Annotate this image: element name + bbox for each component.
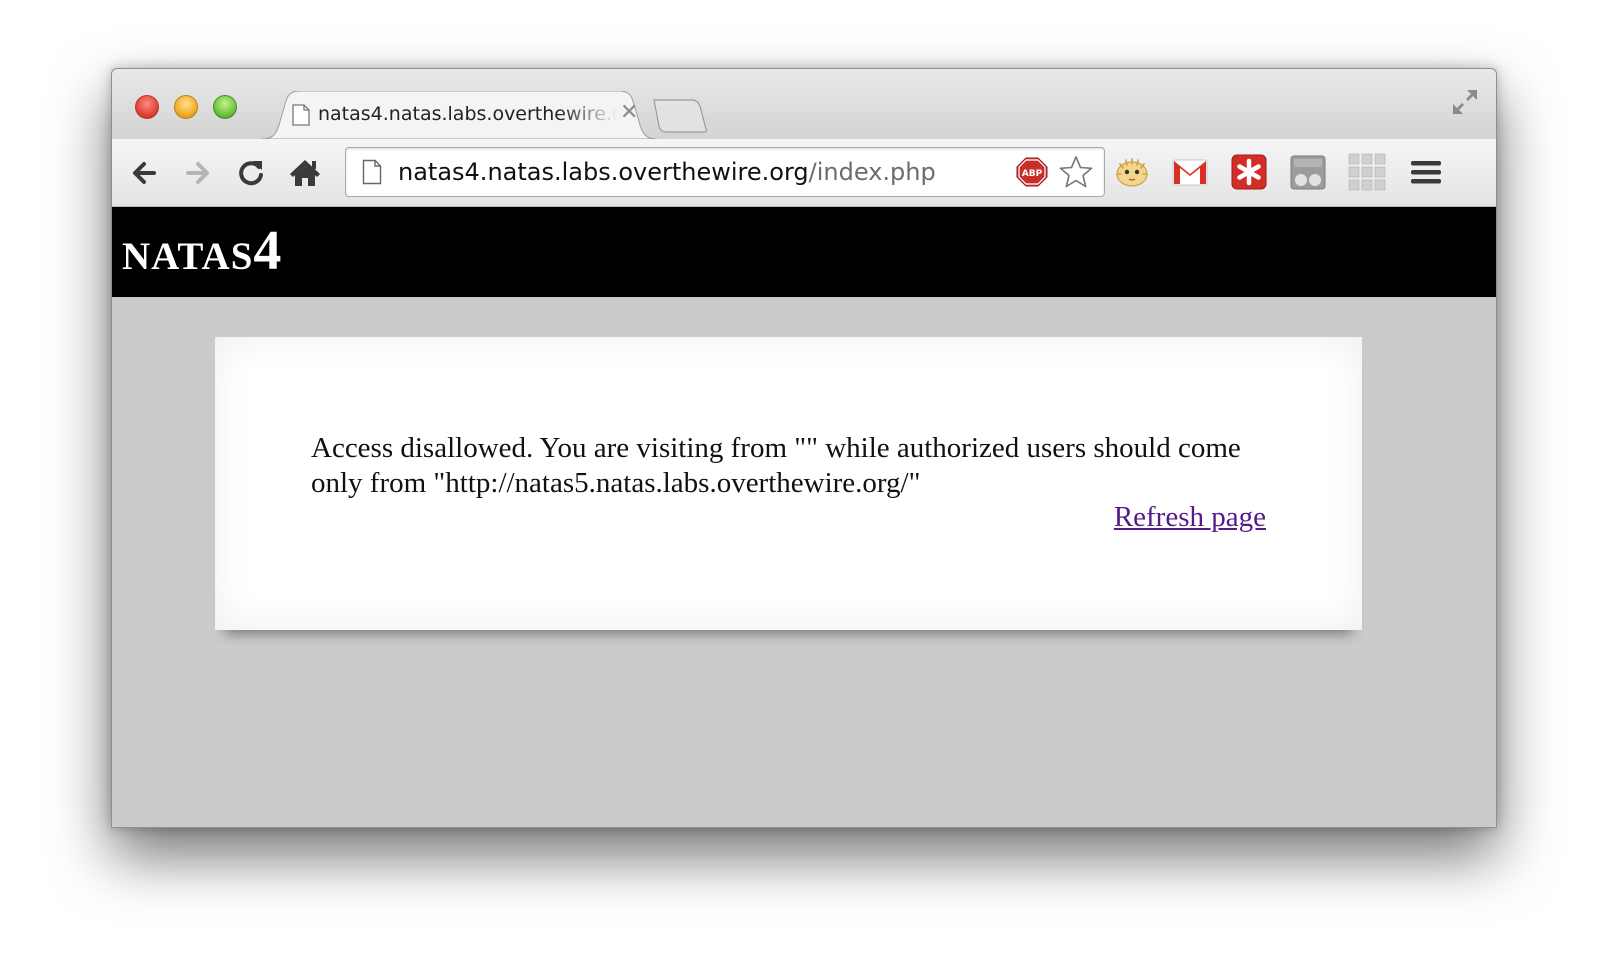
reload-icon[interactable] (231, 153, 271, 193)
refresh-page-link[interactable]: Refresh page (1114, 500, 1266, 535)
site-header: NATAS4 (112, 207, 1496, 297)
forward-icon[interactable] (178, 153, 218, 193)
close-window-button[interactable] (135, 95, 159, 119)
site-title-word: NATAS (122, 235, 254, 278)
page-icon (362, 159, 382, 185)
extension-icon[interactable] (1288, 152, 1328, 192)
pufferfish-extension-icon[interactable] (1112, 152, 1152, 192)
back-icon[interactable] (124, 153, 164, 193)
browser-window: natas4.natas.labs.overthewire.org ✕ nata… (111, 68, 1497, 828)
title-bar: natas4.natas.labs.overthewire.org ✕ (112, 69, 1496, 139)
menu-icon[interactable] (1408, 152, 1444, 192)
address-bar[interactable]: natas4.natas.labs.overthewire.org/index.… (345, 147, 1105, 197)
access-message: Access disallowed. You are visiting from… (311, 432, 1241, 499)
site-title-number: 4 (253, 220, 282, 282)
fullscreen-icon[interactable] (1450, 87, 1480, 117)
gmail-icon[interactable] (1170, 152, 1210, 192)
lastpass-icon[interactable] (1229, 152, 1269, 192)
browser-toolbar: natas4.natas.labs.overthewire.org/index.… (112, 139, 1496, 207)
page-icon (292, 104, 310, 126)
minimize-window-button[interactable] (174, 95, 198, 119)
content-card: Access disallowed. You are visiting from… (215, 337, 1362, 630)
site-title: NATAS4 (122, 219, 281, 283)
home-icon[interactable] (285, 153, 325, 193)
url-text[interactable]: natas4.natas.labs.overthewire.org/index.… (398, 156, 936, 188)
zoom-window-button[interactable] (213, 95, 237, 119)
url-host: natas4.natas.labs.overthewire.org (398, 158, 809, 186)
adblock-plus-icon[interactable]: ABP (1016, 157, 1048, 187)
browser-tab[interactable]: natas4.natas.labs.overthewire.org ✕ (262, 91, 657, 139)
url-path: /index.php (808, 158, 936, 186)
tab-title: natas4.natas.labs.overthewire.org (318, 103, 618, 125)
new-tab-button[interactable] (652, 99, 708, 133)
close-tab-icon[interactable]: ✕ (620, 99, 638, 127)
svg-text:ABP: ABP (1022, 169, 1043, 179)
bookmark-star-icon[interactable] (1059, 155, 1093, 189)
apps-grid-icon[interactable] (1347, 152, 1387, 192)
